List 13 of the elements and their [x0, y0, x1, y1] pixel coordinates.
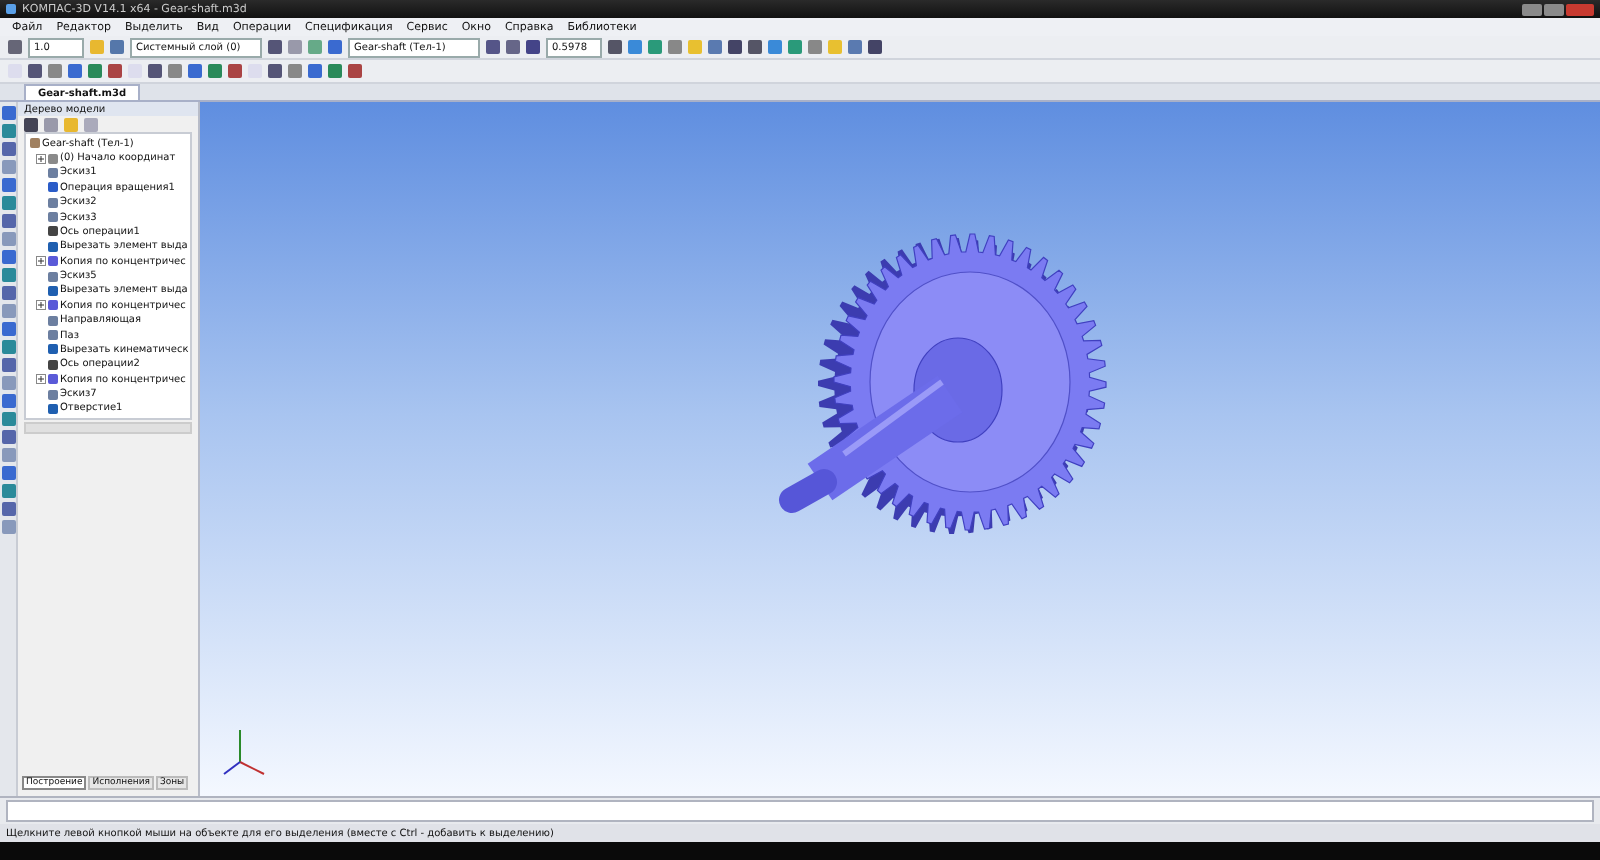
scrollbar[interactable] — [24, 422, 192, 434]
expand-icon[interactable] — [36, 300, 46, 311]
minimize-icon[interactable] — [1522, 3, 1542, 15]
3d-viewport[interactable] — [200, 102, 1600, 796]
expand-icon[interactable] — [36, 256, 46, 267]
app-logo-icon — [6, 4, 16, 14]
axis-triad-icon — [223, 729, 265, 775]
expand-icon[interactable] — [36, 374, 46, 385]
expand-icon[interactable] — [36, 153, 46, 164]
close-icon[interactable] — [1566, 3, 1594, 15]
command-field[interactable] — [6, 800, 1594, 822]
part-icon — [30, 138, 40, 149]
maximize-icon[interactable] — [1544, 3, 1564, 15]
